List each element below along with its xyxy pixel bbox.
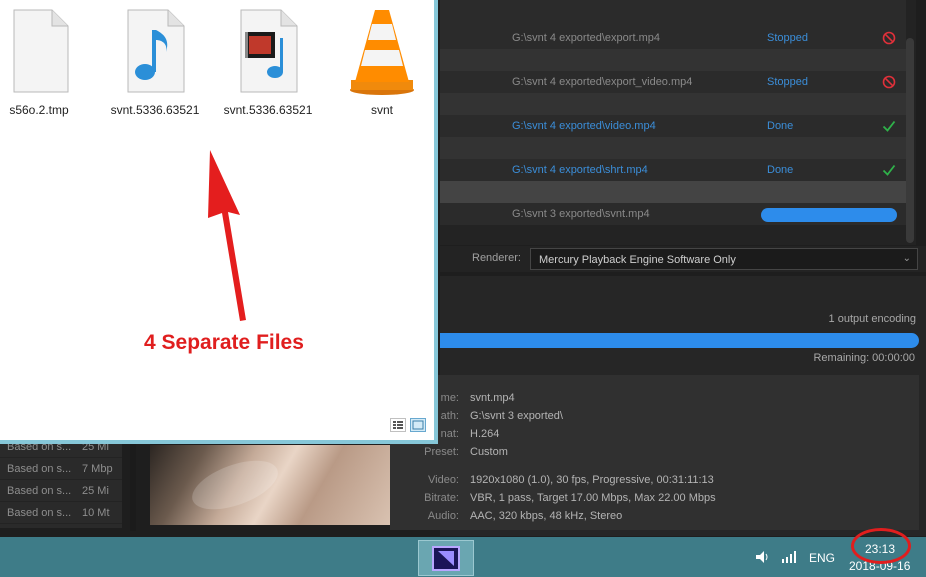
queue-output-path: G:\svnt 3 exported\svnt.mp4 [512,208,650,220]
queue-status: Done [767,120,794,132]
list-item[interactable]: Based on s... 7 Mbp [0,458,122,480]
file-item[interactable]: s56o.2.tmp [0,6,94,117]
video-file-icon [240,9,298,93]
detail-value: 1920x1080 (1.0), 30 fps, Progressive, 00… [470,474,714,486]
detail-value: Custom [470,446,508,458]
preset-bitrate: 25 Mi [82,485,109,497]
file-item[interactable]: svnt.5336.63521 [100,6,210,117]
preset-desc: Based on s... [7,463,72,475]
preset-bitrate: 10 Mt [82,507,110,519]
view-controls [390,418,426,432]
preset-desc: Based on s... [7,507,72,519]
detail-value: AAC, 320 kbps, 48 kHz, Stereo [470,510,623,522]
detail-value: VBR, 1 pass, Target 17.00 Mbps, Max 22.0… [470,492,716,504]
renderer-value: Mercury Playback Engine Software Only [539,254,736,266]
queue-status: Done [767,164,794,176]
queue-row[interactable]: G:\svnt 4 exported\export_video.mp4 Stop… [440,71,906,93]
queue-group-header-active [440,181,906,203]
queue-group-header [440,93,906,115]
detail-value: svnt.mp4 [470,392,515,404]
preset-list: Based on s... 25 Mi Based on s... 7 Mbp Ba… [0,436,122,528]
queue-progress-bar [761,208,897,222]
encode-queue: G:\svnt 4 exported\export.mp4 Stopped G:… [440,0,916,245]
encoding-status: 1 output encoding [828,313,916,325]
queue-group-header [440,0,906,28]
list-item[interactable]: Based on s... 10 Mt [0,502,122,524]
video-preview-thumbnail [150,445,390,525]
file-item[interactable]: svnt [327,6,437,117]
panel-divider[interactable] [130,436,136,531]
file-name: svnt.5336.63521 [110,103,200,117]
large-icons-view-button[interactable] [410,418,426,432]
vlc-cone-icon [350,10,414,95]
taskbar: ENG 23:13 2018-09-16 [0,537,926,577]
queue-row[interactable]: G:\svnt 4 exported\export.mp4 Stopped [440,27,906,49]
renderer-label: Renderer: [472,252,521,264]
queue-row-encoding[interactable]: G:\svnt 3 exported\svnt.mp4 [440,203,906,225]
detail-label: Audio: [427,510,459,522]
queue-group-header [440,137,906,159]
stop-icon [882,75,896,89]
taskbar-app-media-encoder[interactable] [418,540,474,576]
explorer-window: s56o.2.tmp svnt.5336.63521 svnt.5336.635… [0,0,438,444]
file-item[interactable]: svnt.5336.63521 [213,6,323,117]
preset-desc: Based on s... [7,485,72,497]
preset-bitrate: 7 Mbp [82,463,113,475]
annotation-label: 4 Separate Files [144,331,304,354]
queue-output-path[interactable]: G:\svnt 4 exported\shrt.mp4 [512,164,648,176]
renderer-row: Renderer: Mercury Playback Engine Softwa… [440,246,926,272]
queue-scrollbar[interactable] [906,38,914,243]
check-icon [882,120,896,132]
list-view-icon [393,421,403,429]
detail-label: Bitrate: [424,492,459,504]
volume-icon[interactable] [754,549,770,565]
queue-status: Stopped [767,76,808,88]
network-icon[interactable] [780,549,798,565]
encoding-remaining: Remaining: 00:00:00 [813,352,915,364]
stop-icon [882,31,896,45]
media-encoder-icon [432,546,460,571]
output-details: me: svnt.mp4 ath: G:\svnt 3 exported\ na… [390,375,919,530]
thumbnail-view-icon [412,420,424,430]
renderer-select[interactable]: Mercury Playback Engine Software Only ⌄ [530,248,918,270]
clock-highlight-annotation [851,528,911,564]
queue-output-path: G:\svnt 4 exported\export_video.mp4 [512,76,693,88]
detail-value: H.264 [470,428,500,440]
arrow-annotation [208,150,246,321]
queue-status: Stopped [767,32,808,44]
file-name: svnt [370,103,393,117]
file-name: svnt.5336.63521 [223,103,313,117]
queue-row[interactable]: G:\svnt 4 exported\shrt.mp4 Done [440,159,906,181]
detail-label: Preset: [424,446,459,458]
queue-output-path: G:\svnt 4 exported\export.mp4 [512,32,660,44]
detail-label: Video: [428,474,459,486]
chevron-down-icon: ⌄ [902,253,911,264]
blank-file-icon [13,9,69,93]
queue-output-path[interactable]: G:\svnt 4 exported\video.mp4 [512,120,656,132]
audio-file-icon [127,9,185,93]
file-name: s56o.2.tmp [9,103,69,117]
queue-group-header [440,49,906,71]
list-item[interactable]: Based on s... 25 Mi [0,480,122,502]
encoding-progress-bar [440,333,919,348]
detail-value: G:\svnt 3 exported\ [470,410,563,422]
details-view-button[interactable] [390,418,406,432]
queue-row[interactable]: G:\svnt 4 exported\video.mp4 Done [440,115,906,137]
check-icon [882,164,896,176]
language-indicator[interactable]: ENG [809,551,835,565]
